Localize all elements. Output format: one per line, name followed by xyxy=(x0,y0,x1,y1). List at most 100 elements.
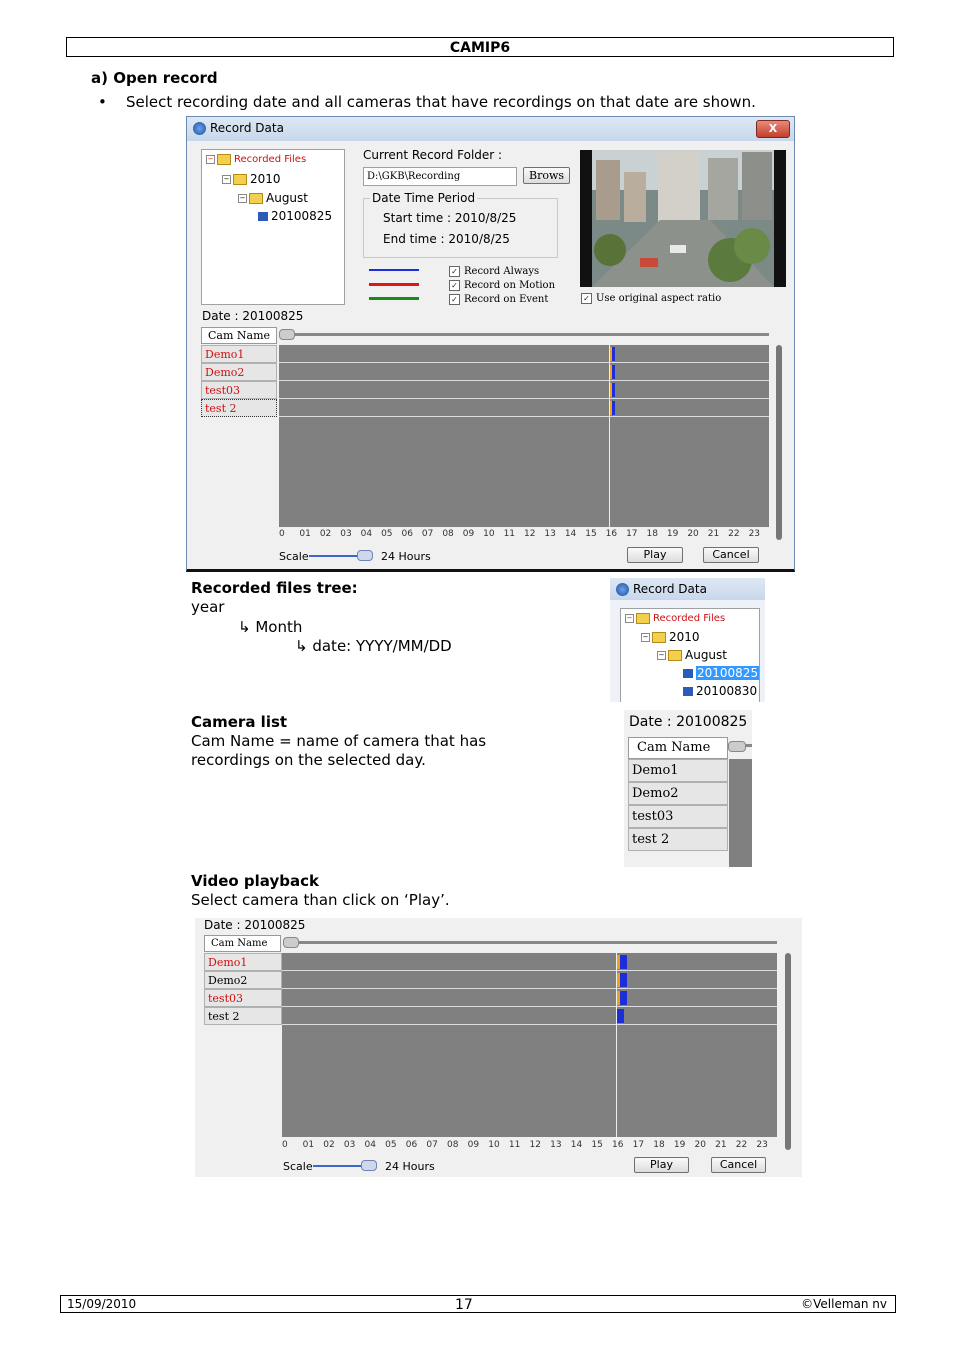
hour-tick-label: 21 xyxy=(715,1140,727,1150)
thumb-tree-root[interactable]: − Recorded Files xyxy=(625,611,725,627)
hour-tick-label: 13 xyxy=(544,529,556,539)
camera-item-test03[interactable]: test03 xyxy=(201,381,277,399)
pb-play-button[interactable]: Play xyxy=(634,1157,689,1173)
tree-month[interactable]: − August xyxy=(238,190,308,206)
time-slider-thumb[interactable] xyxy=(279,329,295,340)
period-title: Date Time Period xyxy=(370,191,478,205)
tree-thumbnail: Record Data − Recorded Files −2010 − Augus… xyxy=(610,578,765,702)
hour-tick-label: 09 xyxy=(462,529,475,539)
checkmark-icon: ✓ xyxy=(449,294,460,305)
hour-tick-label: 07 xyxy=(421,529,434,539)
folder-path-input[interactable]: D:\GKB\Recording xyxy=(363,167,517,186)
hour-tick-label: 20 xyxy=(687,529,699,539)
hour-tick-label: 04 xyxy=(364,1140,376,1150)
record-on-motion-checkbox[interactable]: ✓ Record on Motion xyxy=(449,279,555,293)
pb-camera-test2[interactable]: test 2 xyxy=(204,1007,282,1025)
pb-camera-list: Demo1 Demo2 test03 test 2 xyxy=(204,953,282,1025)
clapperboard-icon xyxy=(683,669,693,678)
camera-list-desc: Cam Name = name of camera that has recor… xyxy=(191,732,487,769)
thumb-tree-month[interactable]: − August xyxy=(657,647,727,663)
pb-timeline-grid[interactable] xyxy=(282,953,777,1137)
collapse-icon[interactable]: − xyxy=(206,154,215,164)
camera-item-demo1[interactable]: Demo1 xyxy=(201,345,277,363)
checkmark-icon: ✓ xyxy=(449,266,460,277)
hour-tick-label: 05 xyxy=(381,529,393,539)
recorded-files-title: Recorded files tree: xyxy=(191,579,358,597)
hour-tick-label: 01 xyxy=(302,1140,315,1150)
thumb-cam-name-header: Cam Name xyxy=(628,737,728,759)
pb-camera-demo2[interactable]: Demo2 xyxy=(204,971,282,989)
arrow-icon: ↳ xyxy=(238,618,256,636)
close-button[interactable]: X xyxy=(756,120,790,138)
thumb-camera-demo1[interactable]: Demo1 xyxy=(628,759,728,782)
document-header: CAMIP6 xyxy=(66,37,894,57)
hour-tick-label: 17 xyxy=(626,529,638,539)
hour-tick-label: 18 xyxy=(653,1140,665,1150)
thumb-tree-date-1[interactable]: 20100825 xyxy=(683,665,760,681)
record-always-checkbox[interactable]: ✓ Record Always xyxy=(449,265,555,279)
tree-line-year: year xyxy=(191,598,225,616)
tree-date[interactable]: 20100825 xyxy=(258,208,332,224)
pb-recording-mark-test2 xyxy=(617,1009,624,1023)
recording-mark-test2 xyxy=(610,401,615,415)
legend-line-always xyxy=(369,269,419,271)
tree-year[interactable]: −2010 xyxy=(222,171,281,187)
camera-item-demo2[interactable]: Demo2 xyxy=(201,363,277,381)
pb-time-slider-track[interactable] xyxy=(285,941,777,944)
pb-camera-test03[interactable]: test03 xyxy=(204,989,282,1007)
hour-tick-label: 03 xyxy=(343,1140,356,1150)
hour-tick-label: 16 xyxy=(612,1140,624,1150)
pb-vertical-scrollbar[interactable] xyxy=(785,953,791,1150)
aspect-ratio-checkbox[interactable]: ✓ Use original aspect ratio xyxy=(581,293,721,304)
thumb-tree-year[interactable]: −2010 xyxy=(641,629,700,645)
pb-camera-demo1[interactable]: Demo1 xyxy=(204,953,282,971)
hour-tick-label: 22 xyxy=(728,529,740,539)
play-button[interactable]: Play xyxy=(627,547,683,563)
tree-line-date: ↳ date: YYYY/MM/DD xyxy=(295,637,452,655)
thumb-tree-date-2[interactable]: 20100830 xyxy=(683,683,757,699)
thumb-titlebar: Record Data xyxy=(610,578,765,600)
current-folder-label: Current Record Folder : xyxy=(363,148,503,162)
recording-mark-demo1 xyxy=(610,347,615,361)
cancel-button[interactable]: Cancel xyxy=(703,547,759,563)
tree-root[interactable]: − Recorded Files xyxy=(206,152,306,168)
timeline-grid[interactable] xyxy=(279,345,769,527)
thumb-camera-test2[interactable]: test 2 xyxy=(628,828,728,851)
legend-line-event xyxy=(369,297,419,300)
hour-tick-label: 11 xyxy=(503,529,516,539)
browse-button[interactable]: Brows xyxy=(523,167,570,184)
collapse-icon[interactable]: − xyxy=(625,613,634,623)
pb-time-slider-thumb[interactable] xyxy=(283,937,299,948)
camera-item-test2[interactable]: test 2 xyxy=(201,399,277,417)
hour-tick-label: 23 xyxy=(756,1140,768,1150)
thumb-camera-test03[interactable]: test03 xyxy=(628,805,728,828)
folder-icon xyxy=(668,650,682,661)
cam-name-header: Cam Name xyxy=(201,327,277,344)
collapse-icon[interactable]: − xyxy=(641,633,650,642)
scale-label: Scale xyxy=(279,550,309,563)
collapse-icon[interactable]: − xyxy=(657,651,666,660)
record-on-event-checkbox[interactable]: ✓ Record on Event xyxy=(449,293,555,307)
collapse-icon[interactable]: − xyxy=(222,175,231,184)
scale-slider-thumb[interactable] xyxy=(357,550,373,561)
thumb-camera-demo2[interactable]: Demo2 xyxy=(628,782,728,805)
legend-line-motion xyxy=(369,283,419,286)
end-time: End time : 2010/8/25 xyxy=(383,232,510,246)
hour-tick-label: 06 xyxy=(401,529,413,539)
hour-ticks: 0 01 02 03 04 05 06 07 08 09 10 11 12 13 14 15 16 17 18 19 2… xyxy=(279,529,769,543)
camera-list-title: Camera list xyxy=(191,713,288,731)
pb-scale-slider-thumb[interactable] xyxy=(361,1160,377,1171)
pb-cancel-button[interactable]: Cancel xyxy=(711,1157,766,1173)
thumb-timeline-strip xyxy=(729,759,752,867)
hour-tick-label: 03 xyxy=(340,529,352,539)
hour-tick-label: 01 xyxy=(299,529,311,539)
thumb-slider-thumb[interactable] xyxy=(728,741,746,752)
pb-hour-ticks: 0 01 02 03 04 05 06 07 08 09 10 11 12 13 14 15 16 17 18 19 2… xyxy=(282,1140,777,1154)
collapse-icon[interactable]: − xyxy=(238,194,247,203)
hour-tick-label: 04 xyxy=(360,529,373,539)
camera-list: Demo1 Demo2 test03 test 2 xyxy=(201,345,277,417)
vertical-scrollbar[interactable] xyxy=(776,345,782,540)
hour-tick-label: 14 xyxy=(564,529,577,539)
folder-icon xyxy=(652,632,666,643)
time-slider-track[interactable] xyxy=(281,333,769,336)
